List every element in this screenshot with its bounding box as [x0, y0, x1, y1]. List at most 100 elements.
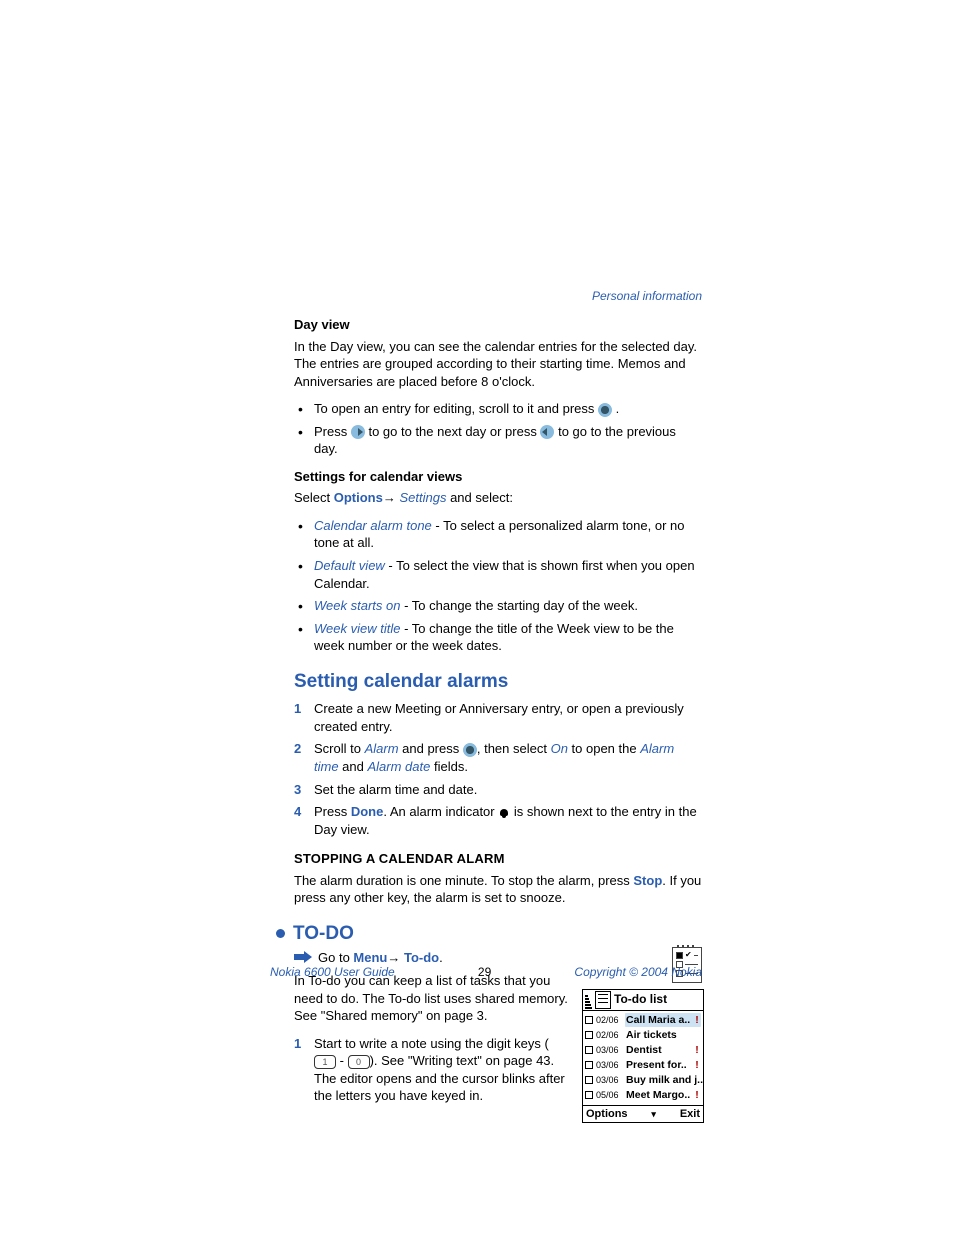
day-view-description: In the Day view, you can see the calenda…: [294, 338, 702, 391]
text: Press: [314, 804, 351, 819]
task-date: 03/06: [596, 1074, 622, 1086]
alarm-indicator-icon: [498, 807, 510, 819]
heading-day-view: Day view: [294, 316, 702, 334]
todo-steps: 1 Start to write a note using the digit …: [294, 1035, 568, 1105]
alarm-steps: 1Create a new Meeting or Anniversary ent…: [294, 700, 702, 838]
task-date: 02/06: [596, 1014, 622, 1026]
step-number: 2: [294, 740, 301, 758]
phone-softkeys: Options ▾ Exit: [583, 1105, 703, 1123]
step-1: 1Create a new Meeting or Anniversary ent…: [294, 700, 702, 735]
text: Start to write a note using the digit ke…: [314, 1036, 549, 1051]
task-text: Buy milk and j..: [626, 1073, 703, 1087]
text: Select: [294, 490, 334, 505]
settings-lead: Select Options→ Settings and select:: [294, 489, 702, 507]
step-number: 4: [294, 803, 301, 821]
settings-options-list: Calendar alarm tone - To select a person…: [294, 517, 702, 655]
done-softkey[interactable]: Done: [351, 804, 384, 819]
step-text: Set the alarm time and date.: [314, 782, 477, 797]
softkey-exit[interactable]: Exit: [680, 1107, 700, 1122]
section-bullet-icon: [276, 929, 285, 938]
text: fields.: [430, 759, 468, 774]
todo-description: In To-do you can keep a list of tasks th…: [294, 972, 568, 1025]
phone-title: To-do list: [614, 991, 701, 1007]
footer-guide-title: Nokia 6600 User Guide: [270, 964, 395, 971]
bullet-text-end: .: [616, 401, 620, 416]
day-view-bullets: To open an entry for editing, scroll to …: [294, 400, 702, 458]
text: and select:: [446, 490, 513, 505]
settings-link[interactable]: Settings: [399, 490, 446, 505]
phone-screenshot-todo-list: To-do list 02/06 Call Maria a.. ! 02/06: [582, 989, 704, 1124]
checkbox-icon[interactable]: [585, 1031, 593, 1039]
text: - To change the starting day of the week…: [400, 598, 638, 613]
priority-icon: !: [694, 1058, 700, 1072]
on-value: On: [551, 741, 568, 756]
footer-copyright: Copyright © 2004 Nokia: [574, 964, 702, 971]
checkbox-icon[interactable]: [585, 1016, 593, 1024]
text: and: [339, 759, 368, 774]
term: Default view: [314, 558, 385, 573]
list-item[interactable]: 02/06 Air tickets: [583, 1028, 703, 1043]
task-text: Meet Margo..: [626, 1088, 691, 1102]
text: -: [336, 1053, 348, 1068]
stop-softkey[interactable]: Stop: [633, 873, 662, 888]
bullet-text: To open an entry for editing, scroll to …: [314, 401, 598, 416]
setting-week-starts-on: Week starts on - To change the starting …: [294, 597, 702, 615]
step-number: 1: [294, 1035, 301, 1053]
text: and press: [399, 741, 463, 756]
priority-icon: !: [694, 1013, 700, 1027]
key-1-icon: 1: [314, 1055, 336, 1069]
step-text: Create a new Meeting or Anniversary entr…: [314, 701, 684, 734]
main-content: Day view In the Day view, you can see th…: [294, 316, 702, 1123]
text: .: [439, 950, 443, 965]
options-link[interactable]: Options: [334, 490, 383, 505]
text: The alarm duration is one minute. To sto…: [294, 873, 633, 888]
phone-task-list: 02/06 Call Maria a.. ! 02/06 Air tickets: [583, 1011, 703, 1105]
list-item[interactable]: 05/06 Meet Margo.. !: [583, 1088, 703, 1103]
page-footer: Nokia 6600 User Guide 29 Copyright © 200…: [270, 964, 702, 971]
text: Go to: [318, 950, 353, 965]
task-date: 05/06: [596, 1089, 622, 1101]
alarm-field: Alarm: [365, 741, 399, 756]
nav-center-icon: [463, 743, 477, 757]
task-text: Dentist: [626, 1043, 691, 1057]
todo-step-1: 1 Start to write a note using the digit …: [294, 1035, 568, 1105]
arrow-icon: →: [387, 950, 400, 965]
key-0-icon: 0: [348, 1055, 370, 1069]
alarm-date-field: Alarm date: [367, 759, 430, 774]
header-link-personal-information[interactable]: Personal information: [592, 288, 702, 304]
term: Calendar alarm tone: [314, 518, 432, 533]
list-item[interactable]: 03/06 Buy milk and j..: [583, 1073, 703, 1088]
heading-setting-calendar-alarms: Setting calendar alarms: [294, 669, 702, 695]
list-item[interactable]: 03/06 Dentist !: [583, 1043, 703, 1058]
task-text: Air tickets: [626, 1028, 691, 1042]
heading-to-do: TO-DO: [293, 921, 354, 947]
checkbox-icon[interactable]: [585, 1091, 593, 1099]
softkey-middle-icon[interactable]: ▾: [651, 1108, 656, 1120]
menu-link[interactable]: Menu: [353, 950, 387, 965]
todo-link[interactable]: To-do: [404, 950, 439, 965]
checkbox-icon[interactable]: [585, 1076, 593, 1084]
text: to open the: [568, 741, 640, 756]
step-3: 3Set the alarm time and date.: [294, 781, 702, 799]
list-item[interactable]: 03/06 Present for.. !: [583, 1058, 703, 1073]
bullet-text: to go to the next day or press: [368, 424, 540, 439]
page-number: 29: [395, 964, 575, 971]
bullet-press-nav: Press to go to the next day or press to …: [294, 423, 702, 458]
setting-week-view-title: Week view title - To change the title of…: [294, 620, 702, 655]
softkey-options[interactable]: Options: [586, 1107, 628, 1122]
text: . An alarm indicator: [383, 804, 498, 819]
goto-arrow-icon: [294, 951, 312, 963]
task-date: 02/06: [596, 1029, 622, 1041]
document-page: Personal information Day view In the Day…: [0, 0, 954, 1235]
setting-calendar-alarm-tone: Calendar alarm tone - To select a person…: [294, 517, 702, 552]
todo-title-icon: [595, 991, 611, 1009]
phone-titlebar: To-do list: [583, 990, 703, 1011]
signal-icon: [585, 991, 592, 1009]
checkbox-icon[interactable]: [585, 1046, 593, 1054]
heading-stopping-calendar-alarm: STOPPING A CALENDAR ALARM: [294, 850, 702, 868]
list-item[interactable]: 02/06 Call Maria a.. !: [583, 1013, 703, 1028]
checkbox-icon[interactable]: [585, 1061, 593, 1069]
text: , then select: [477, 741, 551, 756]
stopping-text: The alarm duration is one minute. To sto…: [294, 872, 702, 907]
nav-right-icon: [351, 425, 365, 439]
